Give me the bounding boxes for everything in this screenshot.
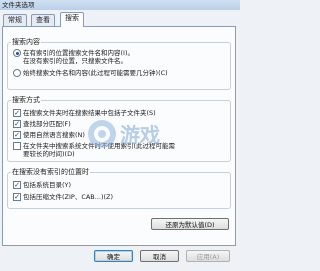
partial-match-row[interactable]: ✓ 查找部分匹配(F) <box>13 120 71 128</box>
partial-match-checkbox[interactable]: ✓ <box>13 120 21 128</box>
tab-search[interactable]: 搜索 <box>60 12 84 27</box>
window-title: 文件夹选项 <box>2 1 35 9</box>
system-dirs-checkbox[interactable]: ✓ <box>13 181 21 189</box>
natural-language-label: 使用自然语言搜索(N) <box>23 131 85 139</box>
tab-view-label: 查看 <box>36 16 50 24</box>
search-method-group: 搜索方式 ✓ 在搜索文件夹时在搜索结果中包括子文件夹(S) ✓ 查找部分匹配(F… <box>7 96 231 162</box>
tab-strip: 常规 查看 搜索 <box>0 11 240 27</box>
radio-always-search[interactable] <box>13 69 21 77</box>
radio-index-search-row[interactable]: 在有索引的位置搜索文件名和内容(I)。 在没有索引的位置，只搜索文件名。 <box>13 49 134 65</box>
tab-general-label: 常规 <box>8 16 22 24</box>
search-tab-panel: 搜索内容 在有索引的位置搜索文件名和内容(I)。 在没有索引的位置，只搜索文件名… <box>2 26 236 246</box>
natural-language-row[interactable]: ✓ 使用自然语言搜索(N) <box>13 131 85 139</box>
radio-index-search[interactable] <box>13 49 21 57</box>
no-index-system-checkbox[interactable] <box>13 142 21 150</box>
no-index-group: 在搜索没有索引的位置时 ✓ 包括系统目录(Y) ✓ 包括压缩文件(ZIP、CAB… <box>7 168 231 209</box>
no-index-system-label: 在文件夹中搜索系统文件时不使用索引(此过程可能需 <box>23 142 176 150</box>
radio-always-search-row[interactable]: 始终搜索文件名和内容(此过程可能需要几分钟)(C) <box>13 69 168 77</box>
ok-button[interactable]: 确定 <box>94 250 133 262</box>
search-method-title: 搜索方式 <box>11 96 41 105</box>
apply-label: 应用(A) <box>196 253 220 261</box>
system-dirs-label: 包括系统目录(Y) <box>23 181 72 189</box>
apply-button[interactable]: 应用(A) <box>186 250 230 262</box>
radio-always-search-label: 始终搜索文件名和内容(此过程可能需要几分钟)(C) <box>23 69 168 77</box>
cancel-label: 取消 <box>153 253 166 261</box>
natural-language-checkbox[interactable]: ✓ <box>13 131 21 139</box>
search-content-title: 搜索内容 <box>11 38 41 47</box>
subfolders-row[interactable]: ✓ 在搜索文件夹时在搜索结果中包括子文件夹(S) <box>13 109 156 117</box>
subfolders-label: 在搜索文件夹时在搜索结果中包括子文件夹(S) <box>23 109 156 117</box>
no-index-system-row[interactable]: 在文件夹中搜索系统文件时不使用索引(此过程可能需 要较长的时间)(D) <box>13 142 175 158</box>
window-titlebar: 文件夹选项 <box>0 0 240 10</box>
no-index-title: 在搜索没有索引的位置时 <box>11 168 90 177</box>
compressed-files-checkbox[interactable]: ✓ <box>13 193 21 201</box>
no-index-system-label-cont: 要较长的时间)(D) <box>23 150 75 158</box>
cancel-button[interactable]: 取消 <box>140 250 179 262</box>
search-content-group: 搜索内容 在有索引的位置搜索文件名和内容(I)。 在没有索引的位置，只搜索文件名… <box>7 38 231 90</box>
compressed-files-label: 包括压缩文件(ZIP、CAB...)(Z) <box>23 193 114 201</box>
subfolders-checkbox[interactable]: ✓ <box>13 109 21 117</box>
partial-match-label: 查找部分匹配(F) <box>23 120 71 128</box>
compressed-files-row[interactable]: ✓ 包括压缩文件(ZIP、CAB...)(Z) <box>13 193 113 201</box>
radio-index-search-label: 在有索引的位置搜索文件名和内容(I)。 <box>23 49 134 57</box>
tab-search-label: 搜索 <box>65 14 79 22</box>
tab-view[interactable]: 查看 <box>31 14 55 26</box>
radio-index-search-note: 在没有索引的位置，只搜索文件名。 <box>23 57 127 65</box>
ok-label: 确定 <box>107 253 120 261</box>
tab-general[interactable]: 常规 <box>3 14 27 26</box>
restore-defaults-button[interactable]: 还原为默认值(D) <box>151 218 229 230</box>
system-dirs-row[interactable]: ✓ 包括系统目录(Y) <box>13 181 71 189</box>
restore-defaults-label: 还原为默认值(D) <box>165 221 215 229</box>
